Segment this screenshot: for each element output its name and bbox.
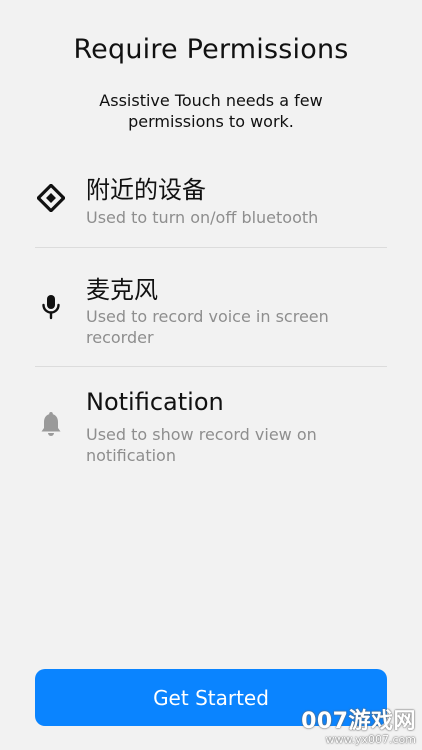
permission-description: Used to show record view on notification — [86, 425, 317, 465]
permission-item-notification[interactable]: Notification Used to show record view on… — [35, 367, 387, 477]
permission-list: 附近的设备 Used to turn on/off bluetooth 麦克风 … — [35, 160, 387, 477]
permission-title: Notification — [86, 388, 224, 416]
permission-item-microphone[interactable]: 麦克风 Used to record voice in screen recor… — [35, 248, 387, 367]
permission-title: 麦克风 — [86, 276, 158, 304]
get-started-button[interactable]: Get Started — [35, 669, 387, 726]
page-title: Require Permissions — [73, 34, 349, 65]
bell-icon — [35, 409, 67, 441]
permission-description: Used to turn on/off bluetooth — [86, 208, 319, 227]
page-subtitle: Assistive Touch needs a few permissions … — [99, 91, 323, 131]
permission-item-nearby-devices[interactable]: 附近的设备 Used to turn on/off bluetooth — [35, 160, 387, 248]
microphone-icon — [35, 291, 67, 323]
bluetooth-diamond-icon — [35, 182, 67, 214]
permission-description: Used to record voice in screen recorder — [86, 307, 329, 347]
watermark-url: www.yx007.com — [325, 733, 416, 746]
permission-title: 附近的设备 — [86, 176, 206, 204]
